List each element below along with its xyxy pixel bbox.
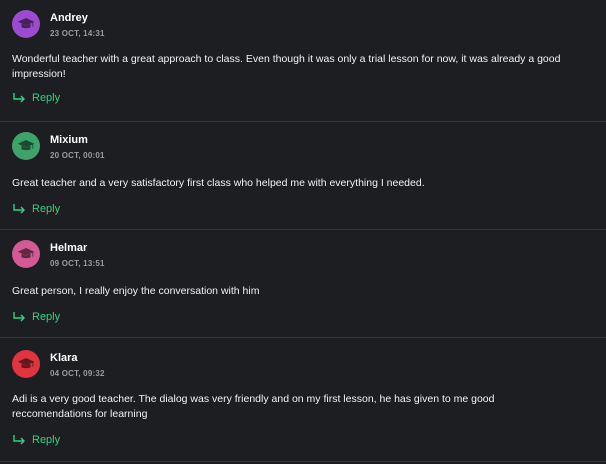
comment-date: 04 OCT, 09:32: [50, 369, 105, 378]
comment-text: Wonderful teacher with a great approach …: [12, 53, 561, 80]
author-name[interactable]: Andrey: [50, 11, 105, 25]
comment-item: Helmar 09 OCT, 13:51 Great person, I rea…: [0, 230, 606, 338]
author-name[interactable]: Klara: [50, 351, 105, 365]
avatar[interactable]: [12, 240, 40, 268]
comment-header: Mixium 20 OCT, 00:01: [12, 132, 594, 164]
reply-button[interactable]: Reply: [12, 92, 60, 104]
comment-meta: Andrey 23 OCT, 14:31: [50, 10, 105, 40]
reply-label: Reply: [32, 434, 61, 446]
comments-feed: Andrey 23 OCT, 14:31 Wonderful teacher w…: [0, 0, 606, 464]
avatar[interactable]: [12, 350, 40, 378]
reply-button[interactable]: Reply: [12, 203, 60, 215]
reply-button[interactable]: Reply: [12, 434, 60, 446]
reply-arrow-icon: [13, 204, 25, 214]
reply-button[interactable]: Reply: [12, 311, 60, 323]
graduation-cap-icon: [17, 248, 35, 259]
reply-arrow-icon: [13, 312, 25, 322]
comment-meta: Klara 04 OCT, 09:32: [50, 350, 105, 380]
reply-label: Reply: [32, 92, 61, 104]
comment-date: 20 OCT, 00:01: [50, 151, 105, 160]
comment-meta: Helmar 09 OCT, 13:51: [50, 240, 105, 270]
graduation-cap-icon: [17, 140, 35, 151]
comment-text: Great person, I really enjoy the convers…: [12, 285, 260, 297]
reply-label: Reply: [32, 203, 61, 215]
graduation-cap-icon: [17, 18, 35, 29]
comment-text: Adi is a very good teacher. The dialog w…: [12, 393, 495, 420]
comment-date: 09 OCT, 13:51: [50, 259, 105, 268]
reply-arrow-icon: [13, 435, 25, 445]
comment-date: 23 OCT, 14:31: [50, 29, 105, 38]
comment-header: Andrey 23 OCT, 14:31: [12, 10, 594, 42]
reply-arrow-icon: [13, 93, 25, 103]
comment-item: Klara 04 OCT, 09:32 Adi is a very good t…: [0, 338, 606, 462]
avatar[interactable]: [12, 132, 40, 160]
avatar[interactable]: [12, 10, 40, 38]
graduation-cap-icon: [17, 358, 35, 369]
author-name[interactable]: Helmar: [50, 241, 105, 255]
reply-label: Reply: [32, 311, 61, 323]
comment-text: Great teacher and a very satisfactory fi…: [12, 177, 425, 189]
comment-header: Helmar 09 OCT, 13:51: [12, 240, 594, 272]
comment-header: Klara 04 OCT, 09:32: [12, 350, 594, 382]
comment-item: Andrey 23 OCT, 14:31 Wonderful teacher w…: [0, 0, 606, 122]
author-name[interactable]: Mixium: [50, 133, 105, 147]
comment-meta: Mixium 20 OCT, 00:01: [50, 132, 105, 162]
comment-item: Mixium 20 OCT, 00:01 Great teacher and a…: [0, 122, 606, 230]
